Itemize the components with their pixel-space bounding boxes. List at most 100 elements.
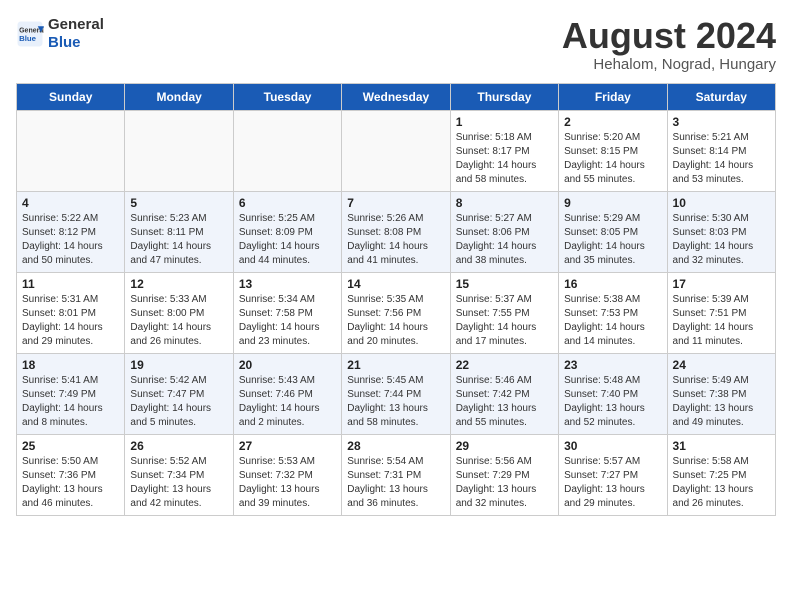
calendar-cell: 14 Sunrise: 5:35 AMSunset: 7:56 PMDayligh… bbox=[342, 272, 450, 353]
day-number: 21 bbox=[347, 358, 444, 372]
calendar-cell: 20 Sunrise: 5:43 AMSunset: 7:46 PMDayligh… bbox=[233, 353, 341, 434]
calendar-cell: 17 Sunrise: 5:39 AMSunset: 7:51 PMDayligh… bbox=[667, 272, 775, 353]
calendar-week-row: 25Sunrise: 5:50 AMSunset: 7:36 PMDayligh… bbox=[17, 434, 776, 515]
day-info: Sunrise: 5:31 AMSunset: 8:01 PMDaylight:… bbox=[22, 293, 119, 349]
calendar-week-row: 1Sunrise: 5:18 AMSunset: 8:17 PMDaylight… bbox=[17, 110, 776, 191]
day-info: Sunrise: 5:23 AMSunset: 8:11 PMDaylight:… bbox=[130, 212, 227, 268]
logo: General Blue General Blue bbox=[16, 16, 104, 52]
day-number: 23 bbox=[564, 358, 661, 372]
calendar-cell: 22 Sunrise: 5:46 AMSunset: 7:42 PMDayligh… bbox=[450, 353, 558, 434]
day-number: 15 bbox=[456, 277, 553, 291]
calendar-week-row: 18 Sunrise: 5:41 AMSunset: 7:49 PMDayligh… bbox=[17, 353, 776, 434]
calendar-cell: 19 Sunrise: 5:42 AMSunset: 7:47 PMDayligh… bbox=[125, 353, 233, 434]
day-number: 9 bbox=[564, 196, 661, 210]
day-info: Sunrise: 5:46 AMSunset: 7:42 PMDaylight:… bbox=[456, 374, 553, 430]
day-number: 7 bbox=[347, 196, 444, 210]
calendar-header: SundayMondayTuesdayWednesdayThursdayFrid… bbox=[17, 83, 776, 110]
day-info: Sunrise: 5:29 AMSunset: 8:05 PMDaylight:… bbox=[564, 212, 661, 268]
day-info: Sunrise: 5:53 AMSunset: 7:32 PMDaylight:… bbox=[239, 455, 336, 511]
calendar-cell: 24Sunrise: 5:49 AMSunset: 7:38 PMDayligh… bbox=[667, 353, 775, 434]
calendar-cell: 6Sunrise: 5:25 AMSunset: 8:09 PMDaylight… bbox=[233, 191, 341, 272]
day-info: Sunrise: 5:42 AMSunset: 7:47 PMDaylight:… bbox=[130, 374, 227, 430]
day-number: 14 bbox=[347, 277, 444, 291]
weekday-header-monday: Monday bbox=[125, 83, 233, 110]
calendar-cell: 15 Sunrise: 5:37 AMSunset: 7:55 PMDayligh… bbox=[450, 272, 558, 353]
day-number: 10 bbox=[673, 196, 770, 210]
calendar-cell: 28 Sunrise: 5:54 AMSunset: 7:31 PMDayligh… bbox=[342, 434, 450, 515]
day-info: Sunrise: 5:54 AMSunset: 7:31 PMDaylight:… bbox=[347, 455, 444, 511]
day-number: 28 bbox=[347, 439, 444, 453]
day-number: 4 bbox=[22, 196, 119, 210]
day-info: Sunrise: 5:35 AMSunset: 7:56 PMDaylight:… bbox=[347, 293, 444, 349]
day-number: 18 bbox=[22, 358, 119, 372]
weekday-header-wednesday: Wednesday bbox=[342, 83, 450, 110]
weekday-header-sunday: Sunday bbox=[17, 83, 125, 110]
calendar-cell bbox=[233, 110, 341, 191]
calendar-cell: 27 Sunrise: 5:53 AMSunset: 7:32 PMDayligh… bbox=[233, 434, 341, 515]
day-number: 20 bbox=[239, 358, 336, 372]
day-info: Sunrise: 5:41 AMSunset: 7:49 PMDaylight:… bbox=[22, 374, 119, 430]
weekday-header-saturday: Saturday bbox=[667, 83, 775, 110]
calendar-cell bbox=[342, 110, 450, 191]
calendar-cell: 1Sunrise: 5:18 AMSunset: 8:17 PMDaylight… bbox=[450, 110, 558, 191]
day-number: 11 bbox=[22, 277, 119, 291]
day-number: 26 bbox=[130, 439, 227, 453]
day-info: Sunrise: 5:20 AMSunset: 8:15 PMDaylight:… bbox=[564, 131, 661, 187]
calendar-cell: 29 Sunrise: 5:56 AMSunset: 7:29 PMDayligh… bbox=[450, 434, 558, 515]
logo-icon: General Blue bbox=[16, 20, 44, 48]
day-info: Sunrise: 5:37 AMSunset: 7:55 PMDaylight:… bbox=[456, 293, 553, 349]
day-info: Sunrise: 5:33 AMSunset: 8:00 PMDaylight:… bbox=[130, 293, 227, 349]
day-number: 24 bbox=[673, 358, 770, 372]
calendar-cell: 3Sunrise: 5:21 AMSunset: 8:14 PMDaylight… bbox=[667, 110, 775, 191]
day-number: 16 bbox=[564, 277, 661, 291]
day-number: 19 bbox=[130, 358, 227, 372]
day-info: Sunrise: 5:58 AMSunset: 7:25 PMDaylight:… bbox=[673, 455, 770, 511]
title-block: August 2024 Hehalom, Nograd, Hungary bbox=[562, 16, 776, 73]
day-number: 25 bbox=[22, 439, 119, 453]
day-number: 29 bbox=[456, 439, 553, 453]
day-number: 17 bbox=[673, 277, 770, 291]
day-info: Sunrise: 5:30 AMSunset: 8:03 PMDaylight:… bbox=[673, 212, 770, 268]
day-info: Sunrise: 5:18 AMSunset: 8:17 PMDaylight:… bbox=[456, 131, 553, 187]
calendar-cell: 9 Sunrise: 5:29 AMSunset: 8:05 PMDaylight… bbox=[559, 191, 667, 272]
day-number: 31 bbox=[673, 439, 770, 453]
day-number: 30 bbox=[564, 439, 661, 453]
day-number: 5 bbox=[130, 196, 227, 210]
calendar-cell bbox=[125, 110, 233, 191]
calendar-cell: 25Sunrise: 5:50 AMSunset: 7:36 PMDayligh… bbox=[17, 434, 125, 515]
day-info: Sunrise: 5:27 AMSunset: 8:06 PMDaylight:… bbox=[456, 212, 553, 268]
day-number: 8 bbox=[456, 196, 553, 210]
day-info: Sunrise: 5:22 AMSunset: 8:12 PMDaylight:… bbox=[22, 212, 119, 268]
day-number: 22 bbox=[456, 358, 553, 372]
day-info: Sunrise: 5:57 AMSunset: 7:27 PMDaylight:… bbox=[564, 455, 661, 511]
month-year-title: August 2024 bbox=[562, 16, 776, 56]
day-number: 13 bbox=[239, 277, 336, 291]
day-number: 2 bbox=[564, 115, 661, 129]
calendar-cell: 10 Sunrise: 5:30 AMSunset: 8:03 PMDayligh… bbox=[667, 191, 775, 272]
day-info: Sunrise: 5:39 AMSunset: 7:51 PMDaylight:… bbox=[673, 293, 770, 349]
calendar-cell: 4 Sunrise: 5:22 AMSunset: 8:12 PMDaylight… bbox=[17, 191, 125, 272]
weekday-header-tuesday: Tuesday bbox=[233, 83, 341, 110]
calendar-cell: 7Sunrise: 5:26 AMSunset: 8:08 PMDaylight… bbox=[342, 191, 450, 272]
calendar-cell: 26Sunrise: 5:52 AMSunset: 7:34 PMDayligh… bbox=[125, 434, 233, 515]
calendar-cell: 18 Sunrise: 5:41 AMSunset: 7:49 PMDayligh… bbox=[17, 353, 125, 434]
day-number: 3 bbox=[673, 115, 770, 129]
weekday-header-friday: Friday bbox=[559, 83, 667, 110]
calendar-cell: 2 Sunrise: 5:20 AMSunset: 8:15 PMDaylight… bbox=[559, 110, 667, 191]
calendar-cell bbox=[17, 110, 125, 191]
location-subtitle: Hehalom, Nograd, Hungary bbox=[562, 56, 776, 73]
day-number: 12 bbox=[130, 277, 227, 291]
page-header: General Blue General Blue August 2024 He… bbox=[16, 16, 776, 73]
weekday-header-thursday: Thursday bbox=[450, 83, 558, 110]
logo-text: General Blue bbox=[48, 16, 104, 52]
day-info: Sunrise: 5:43 AMSunset: 7:46 PMDaylight:… bbox=[239, 374, 336, 430]
calendar-cell: 16 Sunrise: 5:38 AMSunset: 7:53 PMDayligh… bbox=[559, 272, 667, 353]
day-number: 27 bbox=[239, 439, 336, 453]
calendar-body: 1Sunrise: 5:18 AMSunset: 8:17 PMDaylight… bbox=[17, 110, 776, 515]
calendar-cell: 23Sunrise: 5:48 AMSunset: 7:40 PMDayligh… bbox=[559, 353, 667, 434]
day-info: Sunrise: 5:25 AMSunset: 8:09 PMDaylight:… bbox=[239, 212, 336, 268]
calendar-table: SundayMondayTuesdayWednesdayThursdayFrid… bbox=[16, 83, 776, 516]
day-info: Sunrise: 5:56 AMSunset: 7:29 PMDaylight:… bbox=[456, 455, 553, 511]
day-info: Sunrise: 5:38 AMSunset: 7:53 PMDaylight:… bbox=[564, 293, 661, 349]
calendar-cell: 5 Sunrise: 5:23 AMSunset: 8:11 PMDaylight… bbox=[125, 191, 233, 272]
